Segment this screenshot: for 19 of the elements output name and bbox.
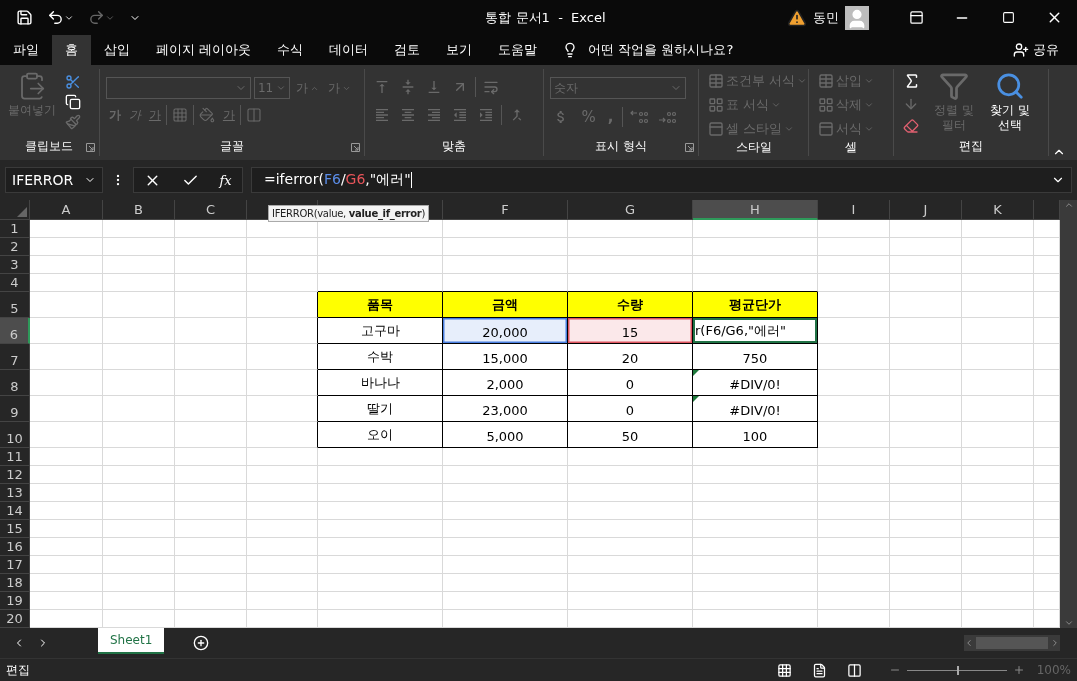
group-label: 맞춤 [442,138,466,155]
group-label: 편집 [959,138,984,155]
status-mode: 편집 [6,661,30,679]
table-header-cell: 금액 [443,292,568,318]
group-label: 클립보드 [25,138,74,155]
formula-text: ,"에러" [365,171,411,187]
table-header-cell: 평균단가 [693,292,818,318]
formula-text: / [340,171,346,187]
group-label: 글꼴 [219,138,244,155]
formula-text: G6 [345,171,366,187]
function-tooltip: IFERROR(value, value_if_error) [268,205,430,222]
table-header-cell: 수량 [568,292,693,318]
group-label: 스타일 [735,139,772,156]
formula-text: F6 [323,171,341,187]
formula-text: =iferror( [264,171,324,187]
window-title: 통합 문서1 - Excel [485,8,606,27]
group-label: 표시 형식 [595,138,648,155]
group-label: 셀 [845,139,858,156]
table-header-cell: 품목 [318,292,443,318]
